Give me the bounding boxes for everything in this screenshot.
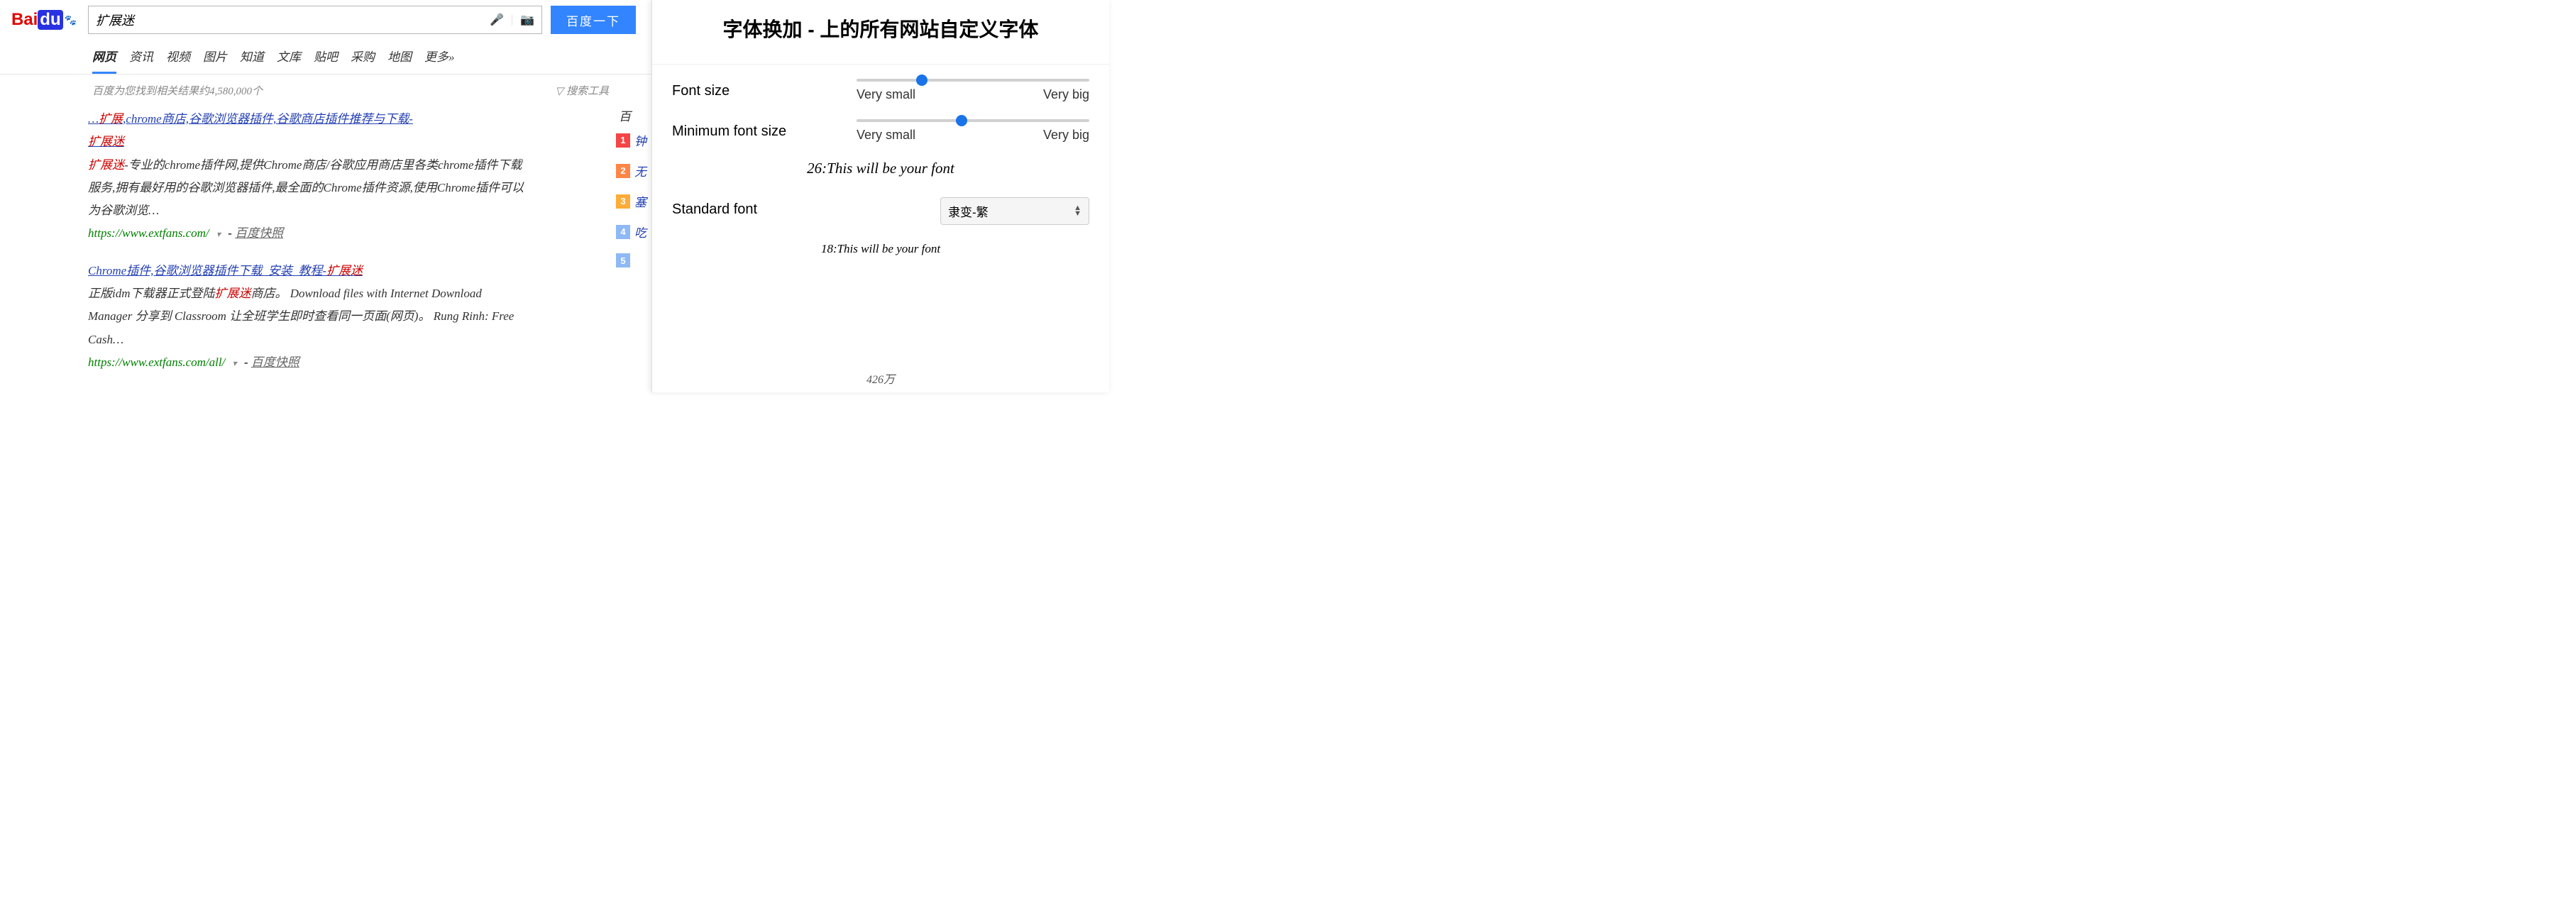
tab-caigou[interactable]: 采购 (351, 47, 375, 74)
hot-text: 无 (634, 162, 646, 180)
tab-more[interactable]: 更多» (424, 47, 455, 74)
hot-text: 吃 (634, 223, 646, 241)
hot-list: 百 1钟 2无 3塞 4吃 5 (616, 106, 651, 280)
tab-wenku[interactable]: 文库 (277, 47, 301, 74)
font-size-label: Font size (672, 79, 828, 99)
rank-badge: 5 (616, 253, 630, 267)
hot-count: 426万 (866, 370, 895, 387)
select-arrows-icon: ▲▼ (1074, 206, 1081, 216)
search-box: 🎤 | 📷 (88, 6, 542, 34)
slider-min-label: Very small (857, 128, 915, 143)
slider-thumb[interactable] (916, 74, 928, 86)
standard-font-select[interactable]: 隶变-繁 ▲▼ (940, 197, 1089, 225)
extension-popup: 字体换加 - 上的所有网站自定义字体 Font size Very small … (651, 0, 1109, 392)
popup-title: 字体换加 - 上的所有网站自定义字体 (652, 0, 1109, 65)
dash: - (244, 355, 251, 369)
logo-text-bai: Bai (11, 10, 38, 30)
result-url[interactable]: https://www.extfans.com/ (88, 226, 209, 240)
result-snippet: 正版idm下载器正式登陆扩展迷商店。 Download files with I… (88, 282, 525, 351)
chevron-down-icon[interactable]: ▾ (216, 229, 221, 239)
tab-zhidao[interactable]: 知道 (240, 47, 264, 74)
baidu-logo[interactable]: Baidu🐾 (9, 7, 79, 33)
min-font-size-label: Minimum font size (672, 119, 828, 140)
result-title-link[interactable]: Chrome插件,谷歌浏览器插件下载_安装_教程-扩展迷 (88, 264, 363, 277)
hot-item[interactable]: 2无 (616, 162, 651, 180)
tab-map[interactable]: 地图 (387, 47, 412, 74)
camera-icon[interactable]: 📷 (520, 13, 534, 27)
hot-item[interactable]: 4吃 (616, 223, 651, 241)
paw-icon: 🐾 (65, 14, 77, 26)
tab-video[interactable]: 视频 (166, 47, 190, 74)
search-input[interactable] (89, 13, 483, 28)
result-count: 百度为您找到相关结果约4,580,000个 (92, 83, 263, 98)
slider-max-label: Very big (1043, 87, 1089, 102)
filter-icon: ▽ (555, 86, 563, 97)
hot-text: 塞 (634, 192, 646, 210)
search-button[interactable]: 百度一下 (551, 6, 636, 34)
result-url[interactable]: https://www.extfans.com/all/ (88, 355, 225, 369)
result-title-link[interactable]: …扩展,chrome商店,谷歌浏览器插件,谷歌商店插件推荐与下载-扩展迷 (88, 112, 413, 148)
slider-max-label: Very big (1043, 128, 1089, 143)
font-preview-small: 18:This will be your font (672, 242, 1089, 256)
chevron-down-icon[interactable]: ▾ (233, 358, 237, 368)
font-size-slider[interactable] (857, 79, 1089, 82)
mic-icon[interactable]: 🎤 (490, 13, 504, 27)
standard-font-label: Standard font (672, 197, 828, 218)
slider-min-label: Very small (857, 87, 915, 102)
rank-badge: 4 (616, 225, 630, 239)
hot-text: 钟 (634, 131, 646, 149)
cache-link[interactable]: 百度快照 (251, 355, 299, 369)
hot-item[interactable]: 5 (616, 253, 651, 267)
search-result: Chrome插件,谷歌浏览器插件下载_安装_教程-扩展迷 正版idm下载器正式登… (88, 260, 525, 374)
tab-tieba[interactable]: 贴吧 (314, 47, 338, 74)
min-font-size-slider[interactable] (857, 119, 1089, 122)
hot-header: 百 (616, 106, 651, 124)
tab-image[interactable]: 图片 (203, 47, 227, 74)
search-tools[interactable]: ▽搜索工具 (555, 83, 609, 98)
select-value: 隶变-繁 (948, 202, 989, 220)
hot-item[interactable]: 1钟 (616, 131, 651, 149)
logo-text-du: du (38, 10, 62, 30)
search-result: …扩展,chrome商店,谷歌浏览器插件,谷歌商店插件推荐与下载-扩展迷 扩展迷… (88, 108, 525, 245)
search-tabs: 网页 资讯 视频 图片 知道 文库 贴吧 采购 地图 更多» (0, 37, 651, 74)
cache-link[interactable]: 百度快照 (235, 226, 283, 240)
tab-news[interactable]: 资讯 (129, 47, 153, 74)
result-snippet: 扩展迷-专业的chrome插件网,提供Chrome商店/谷歌应用商店里各类chr… (88, 154, 525, 223)
dash: - (228, 226, 235, 240)
divider: | (511, 13, 513, 26)
hot-item[interactable]: 3塞 (616, 192, 651, 210)
font-preview: 26:This will be your font (672, 160, 1089, 177)
rank-badge: 1 (616, 133, 630, 148)
slider-thumb[interactable] (956, 115, 967, 126)
tab-web[interactable]: 网页 (92, 47, 116, 74)
rank-badge: 3 (616, 194, 630, 209)
rank-badge: 2 (616, 164, 630, 178)
